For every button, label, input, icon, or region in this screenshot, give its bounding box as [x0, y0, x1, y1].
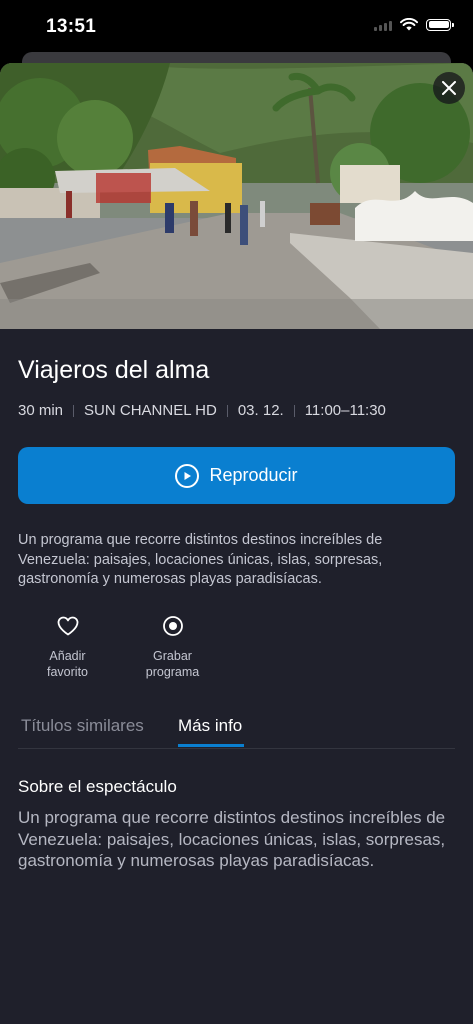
signal-icon	[374, 19, 392, 31]
program-channel: SUN CHANNEL HD	[84, 402, 217, 419]
play-icon	[175, 463, 200, 488]
tabs-divider	[18, 748, 455, 749]
program-time: 11:00–11:30	[304, 402, 386, 419]
program-hero-image	[0, 63, 473, 329]
add-favorite-button[interactable]: Añadir favorito	[30, 613, 105, 680]
detail-tabs: Títulos similares Más info	[0, 707, 473, 749]
meta-divider	[73, 404, 75, 417]
add-favorite-label: Añadir favorito	[47, 649, 88, 679]
play-button[interactable]: Reproducir	[18, 447, 455, 504]
tab-more-info-label: Más info	[178, 716, 243, 735]
active-tab-indicator	[178, 744, 245, 747]
meta-divider	[293, 404, 295, 417]
about-show-heading: Sobre el espectáculo	[18, 777, 177, 796]
wifi-icon	[400, 18, 418, 31]
town-street-scene	[0, 63, 473, 329]
program-duration: 30 min	[18, 402, 64, 419]
status-icons	[374, 18, 454, 31]
play-button-label: Reproducir	[209, 465, 298, 485]
close-icon	[442, 81, 456, 95]
action-row: Añadir favorito Grabar programa	[30, 613, 210, 680]
program-meta: 30 min SUN CHANNEL HD 03. 12. 11:00–11:3…	[18, 402, 386, 419]
record-program-label: Grabar programa	[145, 649, 200, 679]
meta-divider	[226, 404, 228, 417]
heart-icon	[57, 613, 79, 639]
battery-icon	[426, 18, 454, 31]
tab-more-info[interactable]: Más info	[178, 716, 245, 747]
about-show-body: Un programa que recorre distintos destin…	[18, 808, 446, 870]
status-time: 13:51	[46, 16, 97, 37]
status-bar: 13:51	[0, 0, 473, 52]
program-title: Viajeros del alma	[18, 356, 210, 384]
program-date: 03. 12.	[237, 402, 284, 419]
program-detail-sheet: Viajeros del alma 30 min SUN CHANNEL HD …	[0, 63, 473, 1024]
record-program-button[interactable]: Grabar programa	[135, 613, 210, 680]
program-description: Un programa que recorre distintos destin…	[18, 532, 383, 587]
tab-similar-titles[interactable]: Títulos similares	[21, 716, 144, 736]
close-button[interactable]	[433, 72, 465, 104]
record-icon	[162, 613, 184, 639]
